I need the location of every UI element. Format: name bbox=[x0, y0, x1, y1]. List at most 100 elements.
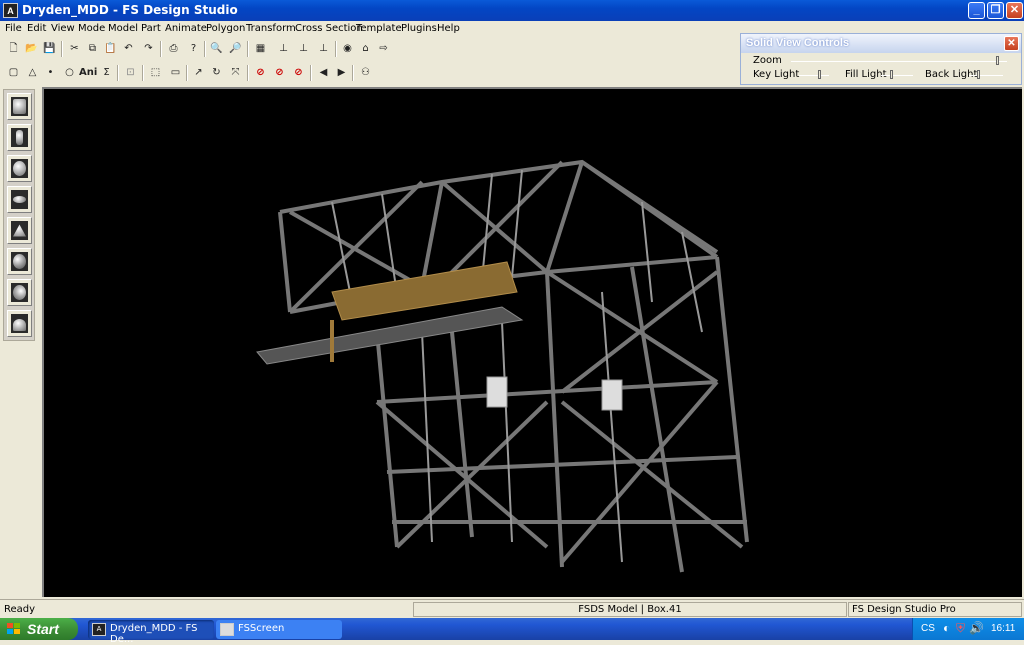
play-back-icon[interactable]: ◀ bbox=[315, 64, 332, 82]
menu-view[interactable]: View bbox=[51, 23, 75, 34]
toolbar-separator bbox=[335, 41, 337, 57]
axis-z-icon[interactable]: ⊥ bbox=[315, 40, 332, 58]
menu-template[interactable]: Template bbox=[356, 23, 402, 34]
3d-viewport[interactable] bbox=[42, 87, 1022, 597]
toolbar-separator bbox=[247, 41, 249, 57]
copy-icon[interactable]: ⧉ bbox=[84, 40, 101, 58]
toolbar-separator bbox=[352, 65, 354, 81]
taskbar-item-fsds-label: Dryden_MDD - FS De... bbox=[110, 623, 198, 645]
solid-view-close-icon[interactable]: ✕ bbox=[1004, 36, 1019, 51]
select-box-icon[interactable]: ▢ bbox=[5, 64, 22, 82]
box-button[interactable] bbox=[7, 93, 32, 120]
menu-plugins[interactable]: Plugins bbox=[401, 23, 437, 34]
geosphere-button[interactable] bbox=[7, 248, 32, 275]
cylinder-icon bbox=[11, 128, 28, 147]
security-icon[interactable]: ⛨ bbox=[956, 621, 965, 636]
axis-y-icon[interactable]: ⊥ bbox=[295, 40, 312, 58]
help-icon[interactable]: ? bbox=[185, 40, 202, 58]
no-entry-icon[interactable]: ⊘ bbox=[252, 64, 269, 82]
fill-light-slider-track[interactable] bbox=[881, 75, 913, 76]
windows-flag-icon bbox=[7, 623, 20, 634]
clock[interactable]: 16:11 bbox=[991, 623, 1015, 634]
back-light-slider-track[interactable] bbox=[969, 75, 1003, 76]
network-icon[interactable]: ◐ bbox=[943, 621, 950, 635]
menu-mode[interactable]: Mode bbox=[78, 23, 105, 34]
taskbar-item-fsds[interactable]: A Dryden_MDD - FS De... bbox=[88, 620, 214, 645]
undo-icon[interactable]: ↶ bbox=[120, 40, 137, 58]
fsscreen-task-icon bbox=[220, 623, 234, 636]
menu-part[interactable]: Part bbox=[141, 23, 161, 34]
triangle-icon[interactable]: △ bbox=[24, 64, 41, 82]
close-button[interactable]: ✕ bbox=[1006, 2, 1023, 19]
geosphere-alt-button[interactable] bbox=[7, 279, 32, 306]
paste-icon[interactable]: 📋 bbox=[102, 40, 119, 58]
scale-icon[interactable]: ⤧ bbox=[227, 64, 244, 82]
status-product: FS Design Studio Pro bbox=[848, 602, 1022, 617]
menu-edit[interactable]: Edit bbox=[27, 23, 46, 34]
normals-icon[interactable]: ⊡ bbox=[122, 64, 139, 82]
key-light-slider-track[interactable] bbox=[799, 75, 829, 76]
open-folder-icon[interactable]: 📂 bbox=[23, 40, 40, 58]
toolbar-separator bbox=[160, 41, 162, 57]
camera-icon[interactable]: ◉ bbox=[339, 40, 356, 58]
move-icon[interactable]: ↗ bbox=[190, 64, 207, 82]
menu-transform[interactable]: Transform bbox=[246, 23, 296, 34]
menu-animate[interactable]: Animate bbox=[165, 23, 207, 34]
menu-polygon[interactable]: Polygon bbox=[206, 23, 245, 34]
system-tray: CS ◐ ⛨ 🔊 16:11 bbox=[912, 618, 1024, 640]
taskbar-item-fsscreen[interactable]: FSScreen bbox=[216, 620, 342, 639]
key-light-slider-thumb[interactable] bbox=[818, 70, 821, 79]
shape-palette-frame bbox=[3, 89, 35, 341]
animate-button[interactable]: Ani bbox=[79, 64, 97, 82]
zoom-in-icon[interactable]: 🔍 bbox=[208, 40, 225, 58]
ellipsoid-button[interactable] bbox=[7, 186, 32, 213]
play-forward-icon[interactable]: ▶ bbox=[333, 64, 350, 82]
menu-help[interactable]: Help bbox=[437, 23, 460, 34]
maximize-button[interactable]: ❐ bbox=[987, 2, 1004, 19]
start-button[interactable]: Start bbox=[0, 618, 78, 640]
status-ready: Ready bbox=[4, 604, 36, 615]
marquee-select-icon[interactable]: ⬚ bbox=[147, 64, 164, 82]
zoom-slider-track[interactable] bbox=[791, 61, 1007, 62]
axis-x-icon[interactable]: ⊥ bbox=[275, 40, 292, 58]
rotate-icon[interactable]: ↻ bbox=[208, 64, 225, 82]
no-entry-alt-icon[interactable]: ⊘ bbox=[271, 64, 288, 82]
redo-icon[interactable]: ↷ bbox=[140, 40, 157, 58]
solid-view-controls-header[interactable]: Solid View Controls bbox=[741, 34, 1021, 53]
back-light-slider-thumb[interactable] bbox=[977, 70, 981, 79]
grid-icon[interactable]: ▦ bbox=[252, 40, 269, 58]
cylinder-button[interactable] bbox=[7, 124, 32, 151]
fill-light-slider-thumb[interactable] bbox=[890, 70, 894, 79]
no-entry-third-icon[interactable]: ⊘ bbox=[290, 64, 307, 82]
cut-icon[interactable]: ✂ bbox=[66, 40, 83, 58]
new-file-icon[interactable]: 🗋 bbox=[5, 40, 22, 58]
cone-button[interactable] bbox=[7, 217, 32, 244]
sphere-button[interactable] bbox=[7, 155, 32, 182]
toolbar-separator bbox=[142, 65, 144, 81]
zoom-out-icon[interactable]: 🔎 bbox=[227, 40, 244, 58]
zoom-slider-thumb[interactable] bbox=[996, 56, 1000, 65]
point-icon[interactable]: • bbox=[42, 64, 59, 82]
volume-icon[interactable]: 🔊 bbox=[969, 621, 984, 635]
home-icon[interactable]: ⌂ bbox=[357, 40, 374, 58]
app-icon[interactable]: A bbox=[3, 3, 18, 18]
title-bar[interactable]: A Dryden_MDD - FS Design Studio _ ❐ ✕ bbox=[0, 0, 1024, 21]
toolbar-separator bbox=[61, 41, 63, 57]
box-icon bbox=[11, 97, 28, 116]
equipment-box-left bbox=[486, 376, 508, 408]
minimize-button[interactable]: _ bbox=[968, 2, 985, 19]
save-icon[interactable]: 💾 bbox=[41, 40, 58, 58]
circle-icon[interactable]: ○ bbox=[61, 64, 78, 82]
status-model: FSDS Model | Box.41 bbox=[413, 602, 847, 617]
export-icon[interactable]: ⇨ bbox=[375, 40, 392, 58]
binoculars-icon[interactable]: ⚇ bbox=[357, 64, 374, 82]
hemisphere-button[interactable] bbox=[7, 310, 32, 337]
print-icon[interactable]: ⎙ bbox=[165, 40, 182, 58]
hemisphere-icon bbox=[11, 314, 28, 333]
sum-button[interactable]: Σ bbox=[98, 64, 115, 82]
language-indicator[interactable]: CS bbox=[921, 623, 935, 634]
menu-cross-section[interactable]: Cross Section bbox=[295, 23, 363, 34]
ruler-icon[interactable]: ▭ bbox=[167, 64, 184, 82]
menu-file[interactable]: File bbox=[5, 23, 22, 34]
menu-model[interactable]: Model bbox=[108, 23, 138, 34]
